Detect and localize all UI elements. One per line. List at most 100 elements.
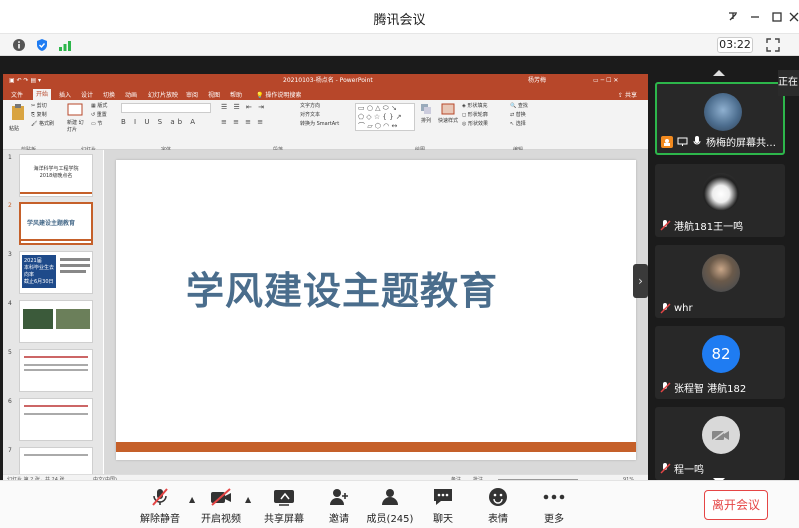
window-titlebar: 腾讯会议 [0,0,799,34]
share-screen-icon [259,486,309,508]
more-button[interactable]: 更多 [529,486,579,526]
new-slide-button[interactable]: 新建 幻灯片 [67,103,87,133]
ppt-tab-home[interactable]: 开始 [33,89,52,100]
ppt-tab-review[interactable]: 审阅 [186,90,198,99]
slide-thumbnail-4[interactable] [19,300,93,343]
slide-thumbnails-pane: 1 海洋科学与工程学院 2018级晚点名 2 学风建设主题教育 3 2021届 … [3,150,103,488]
text-options[interactable]: 文字方向 对齐文本 转换为 SmartArt [300,102,339,129]
thumb-number: 4 [8,300,12,307]
ppt-tab-animations[interactable]: 动画 [125,90,137,99]
participant-tile[interactable]: 82 张程智 港航182 [655,326,785,399]
thumb-number: 6 [8,398,12,405]
ppt-tab-transitions[interactable]: 切换 [103,90,115,99]
security-shield-icon[interactable] [34,37,50,53]
start-video-button[interactable]: 开启视频 [196,486,246,526]
chat-button[interactable]: 聊天 [418,486,468,526]
paste-button[interactable]: 粘贴 [9,103,29,137]
slide-small-buttons[interactable]: ▦ 版式 ↺ 重置 ▭ 节 [91,102,107,129]
scroll-up-icon[interactable] [712,62,726,81]
mic-muted-icon [659,302,671,314]
pin-icon[interactable] [724,8,742,26]
participant-initials-avatar: 82 [702,335,740,373]
slide-thumbnail-5[interactable] [19,349,93,392]
ppt-titlebar: ▣ ↶ ↷ ▤ ▾ 20210103-杨点名 - PowerPoint 杨芳梅 … [3,74,648,88]
align-buttons[interactable]: ≡ ≡ ≡ ≡ [221,118,265,126]
paragraph-buttons[interactable]: ☰ ☰ ⇤ ⇥ [221,103,266,111]
font-name-box[interactable] [121,103,211,113]
slide-thumbnail-1[interactable]: 海洋科学与工程学院 2018级晚点名 [19,154,93,197]
host-badge-icon [661,135,673,148]
ppt-tab-view[interactable]: 视图 [208,90,220,99]
meeting-timer: 03:22 [717,37,753,53]
collapse-panel-handle[interactable]: › [633,264,648,298]
mic-on-icon [691,136,703,148]
ppt-tab-insert[interactable]: 插入 [59,90,71,99]
participant-name: 港航181王一鸣 [674,222,744,233]
info-icon[interactable] [11,37,27,53]
ppt-share-button[interactable]: ⇪ 共享 [618,90,637,99]
mic-muted-icon [659,463,671,475]
participant-tile[interactable]: 杨梅的屏幕共… [655,82,785,155]
add-user-icon [314,486,364,508]
members-icon [365,486,415,508]
participant-name: 程一鸣 [674,465,704,476]
unmute-button[interactable]: 解除静音 [135,486,185,526]
participant-avatar [704,93,742,131]
ppt-tell-me[interactable]: 💡 操作说明搜索 [256,90,301,99]
fullscreen-icon[interactable] [765,37,781,53]
network-signal-icon[interactable] [57,37,73,53]
slide-thumbnail-2-selected[interactable]: 学风建设主题教育 [19,202,93,245]
camera-off-icon [196,486,246,508]
emoji-icon [473,486,523,508]
minimize-icon[interactable] [746,8,764,26]
audio-options-caret[interactable]: ▲ [189,495,195,504]
video-options-caret[interactable]: ▲ [245,495,251,504]
participant-tile[interactable]: whr [655,245,785,318]
mic-muted-icon [659,382,671,394]
thumb-number: 3 [8,251,12,258]
shape-format-buttons[interactable]: ◈ 形状填充 ◻ 形状轮廓 ◎ 形状效果 [462,102,488,129]
invite-button[interactable]: 邀请 [314,486,364,526]
ppt-tab-help[interactable]: 帮助 [230,90,242,99]
leave-meeting-button[interactable]: 离开会议 [704,490,768,520]
mic-muted-icon [659,220,671,232]
current-slide[interactable]: 学风建设主题教育 [116,160,636,460]
participant-avatar [702,173,740,211]
chat-icon [418,486,468,508]
share-screen-button[interactable]: 共享屏幕 [259,486,309,526]
thumb-number: 7 [8,447,12,454]
slide-footer-bar [116,442,636,452]
ppt-window-controls: ▭ ─ ☐ ✕ [593,77,619,84]
more-dots-icon [529,486,579,508]
meeting-toolbar: 解除静音 ▲ 开启视频 ▲ 共享屏幕 邀请 成员(245) 聊天 表情 更多 离… [0,480,799,528]
thumb-number: 5 [8,349,12,356]
shapes-gallery[interactable]: ▭ ○ △ ⬭ ↘ ⬠ ◇ ☆ { } ↗ ⌒ ▱ ⬡ ◠ ↔ [355,103,415,131]
slide-title: 学风建设主题教育 [186,269,499,313]
slide-thumbnail-6[interactable] [19,398,93,441]
thumb-number: 1 [8,154,12,161]
participants-video-panel: 杨梅的屏幕共… 港航181王一鸣 whr 82 张程智 港航182 程一鸣 [650,56,799,484]
participant-name: 杨梅的屏幕共… [706,138,776,149]
font-format-buttons[interactable]: B I U S ab A [121,118,198,126]
close-icon[interactable] [785,8,799,26]
ppt-tab-file[interactable]: 文件 [11,90,23,99]
slide-thumbnail-3[interactable]: 2021届 本科毕业生去向率 截止6月30日 [19,251,93,294]
meeting-info-bar: 03:22 [0,34,799,56]
editing-buttons[interactable]: 🔍 查找 ⇄ 替换 ↖ 选择 [510,102,528,129]
ppt-tab-design[interactable]: 设计 [81,90,93,99]
participant-avatar [702,254,740,292]
speaking-toast: 正在 [778,70,799,96]
ppt-doc-title: 20210103-杨点名 - PowerPoint [283,77,373,84]
participant-name: 张程智 港航182 [674,384,747,395]
ppt-tab-slideshow[interactable]: 幻灯片放映 [148,90,178,99]
window-title: 腾讯会议 [373,13,426,28]
clipboard-small-buttons[interactable]: ✂ 剪切 ⎘ 复制 🖌 格式刷 [31,102,54,129]
participant-tile[interactable]: 港航181王一鸣 [655,164,785,237]
members-button[interactable]: 成员(245) [365,486,415,526]
quick-styles-button[interactable]: 快速样式 [437,103,459,124]
thumb-number: 2 [8,202,12,209]
arrange-button[interactable]: 排列 [419,103,433,124]
ppt-user-name: 杨芳梅 [528,77,547,84]
maximize-icon[interactable] [768,8,786,26]
reactions-button[interactable]: 表情 [473,486,523,526]
